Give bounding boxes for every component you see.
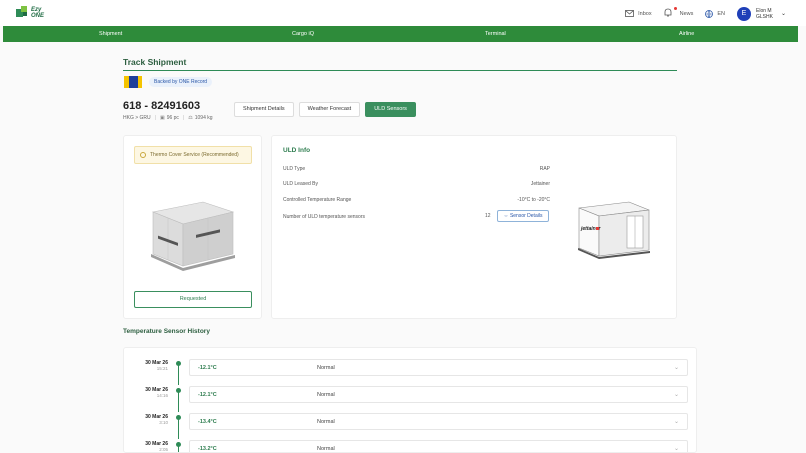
shipment-meta: HKG > GRU | ▣ 96 pc | ⚖ 1094 kg — [123, 115, 213, 121]
status-text: Normal — [317, 365, 335, 371]
timeline-line — [178, 392, 179, 412]
jettainer-container-image: jettainer — [578, 201, 650, 259]
chevron-down-icon[interactable]: ⌄ — [674, 364, 679, 371]
history-entry[interactable]: -12.1°C Normal ⌄ — [189, 386, 688, 403]
main-nav: Shipment Cargo iQ Terminal Airline — [3, 26, 798, 42]
language-label: EN — [717, 10, 726, 17]
uld-info-card: ULD Info ULD Type RAP ULD Leased By Jett… — [271, 135, 677, 319]
uld-info-title: ULD Info — [283, 147, 311, 154]
nav-item-shipment[interactable]: Shipment — [99, 31, 122, 37]
chevron-down-icon[interactable]: ⌄ — [674, 418, 679, 425]
sensor-count-value: 12 — [485, 213, 491, 219]
title-divider — [123, 70, 677, 71]
history-entry[interactable]: -13.4°C Normal ⌄ — [189, 413, 688, 430]
news-button[interactable]: News — [664, 7, 694, 19]
tab-uld-sensors[interactable]: ULD Sensors — [365, 102, 416, 117]
inbox-button[interactable]: Inbox — [625, 10, 652, 17]
temperature-value: -12.1°C — [198, 392, 217, 398]
sensor-icon: ⇔ — [503, 213, 509, 219]
box-icon: ▣ — [159, 115, 165, 121]
logo-mark-icon — [16, 6, 28, 19]
history-row: 30 Mar 26 3:10 -13.4°C Normal ⌄ — [124, 413, 696, 441]
inbox-label: Inbox — [638, 10, 652, 17]
info-row-leased-by: ULD Leased By Jettainer — [283, 181, 550, 187]
airline-logo — [124, 76, 142, 88]
status-text: Normal — [317, 446, 335, 452]
info-row-uld-type: ULD Type RAP — [283, 166, 550, 172]
sensor-details-button[interactable]: ⇔ Sensor Details — [497, 210, 549, 222]
weight-icon: ⚖ — [188, 115, 193, 121]
nav-item-terminal[interactable]: Terminal — [485, 31, 506, 37]
history-row: 30 Mar 26 2:05 -13.2°C Normal ⌄ — [124, 440, 696, 452]
history-row: 30 Mar 26 15:21 -12.1°C Normal ⌄ — [124, 359, 696, 387]
timeline-line — [178, 365, 179, 385]
nav-item-airline[interactable]: Airline — [679, 31, 694, 37]
status-text: Normal — [317, 419, 335, 425]
envelope-icon — [625, 10, 635, 17]
news-label: News — [679, 10, 694, 17]
chevron-down-icon[interactable]: ⌄ — [781, 10, 786, 17]
history-time: 3:10 — [159, 420, 168, 425]
shipment-tabs: Shipment Details Weather Forecast ULD Se… — [234, 102, 421, 117]
weight: 1094 kg — [194, 115, 213, 121]
user-org: GLSHK — [756, 13, 773, 20]
info-row-temperature-range: Controlled Temperature Range -10°C to -2… — [283, 197, 550, 203]
history-row: 30 Mar 26 14:16 -12.1°C Normal ⌄ — [124, 386, 696, 414]
history-entry[interactable]: -13.2°C Normal ⌄ — [189, 440, 688, 452]
thermo-cover-card: Thermo Cover Service (Recommended) Reque… — [123, 135, 262, 319]
temperature-value: -12.1°C — [198, 365, 217, 371]
thermo-cover-uld-image — [151, 201, 235, 271]
temperature-history-list: 30 Mar 26 15:21 -12.1°C Normal ⌄ 30 Mar … — [123, 347, 697, 453]
top-bar: Ezy ONE Inbox News EN E Elon M GLSHK ⌄ — [0, 0, 806, 26]
temperature-value: -13.4°C — [198, 419, 217, 425]
page-title: Track Shipment — [123, 57, 187, 67]
info-icon — [140, 152, 146, 158]
route: HKG > GRU — [123, 115, 151, 121]
chevron-down-icon[interactable]: ⌄ — [674, 445, 679, 452]
timeline-line — [178, 446, 179, 452]
nav-item-cargo-iq[interactable]: Cargo iQ — [292, 31, 314, 37]
pieces: 96 pc — [166, 115, 179, 121]
awb-number: 618 - 82491603 — [123, 100, 201, 112]
notice-text: Thermo Cover Service (Recommended) — [150, 152, 239, 158]
timeline-line — [178, 419, 179, 439]
tab-shipment-details[interactable]: Shipment Details — [234, 102, 294, 117]
history-title: Temperature Sensor History — [123, 328, 210, 335]
avatar[interactable]: E — [737, 6, 752, 21]
status-text: Normal — [317, 392, 335, 398]
history-time: 15:21 — [156, 366, 168, 371]
globe-icon — [705, 9, 714, 18]
language-selector[interactable]: EN — [705, 9, 726, 18]
chevron-down-icon[interactable]: ⌄ — [674, 391, 679, 398]
requested-button[interactable]: Requested — [134, 291, 252, 308]
history-time: 14:16 — [156, 393, 168, 398]
sensor-details-label: Sensor Details — [509, 213, 543, 219]
history-time: 2:05 — [159, 447, 168, 452]
bell-icon — [664, 7, 677, 19]
thermo-cover-notice: Thermo Cover Service (Recommended) — [134, 146, 252, 164]
user-name: Elon M — [756, 7, 772, 14]
temperature-value: -13.2°C — [198, 446, 217, 452]
history-entry[interactable]: -12.1°C Normal ⌄ — [189, 359, 688, 376]
logo-text-line2: ONE — [31, 12, 45, 19]
app-logo[interactable]: Ezy ONE — [16, 6, 44, 19]
tab-weather-forecast[interactable]: Weather Forecast — [298, 102, 361, 117]
one-record-badge: Backed by ONE Record — [149, 77, 213, 87]
